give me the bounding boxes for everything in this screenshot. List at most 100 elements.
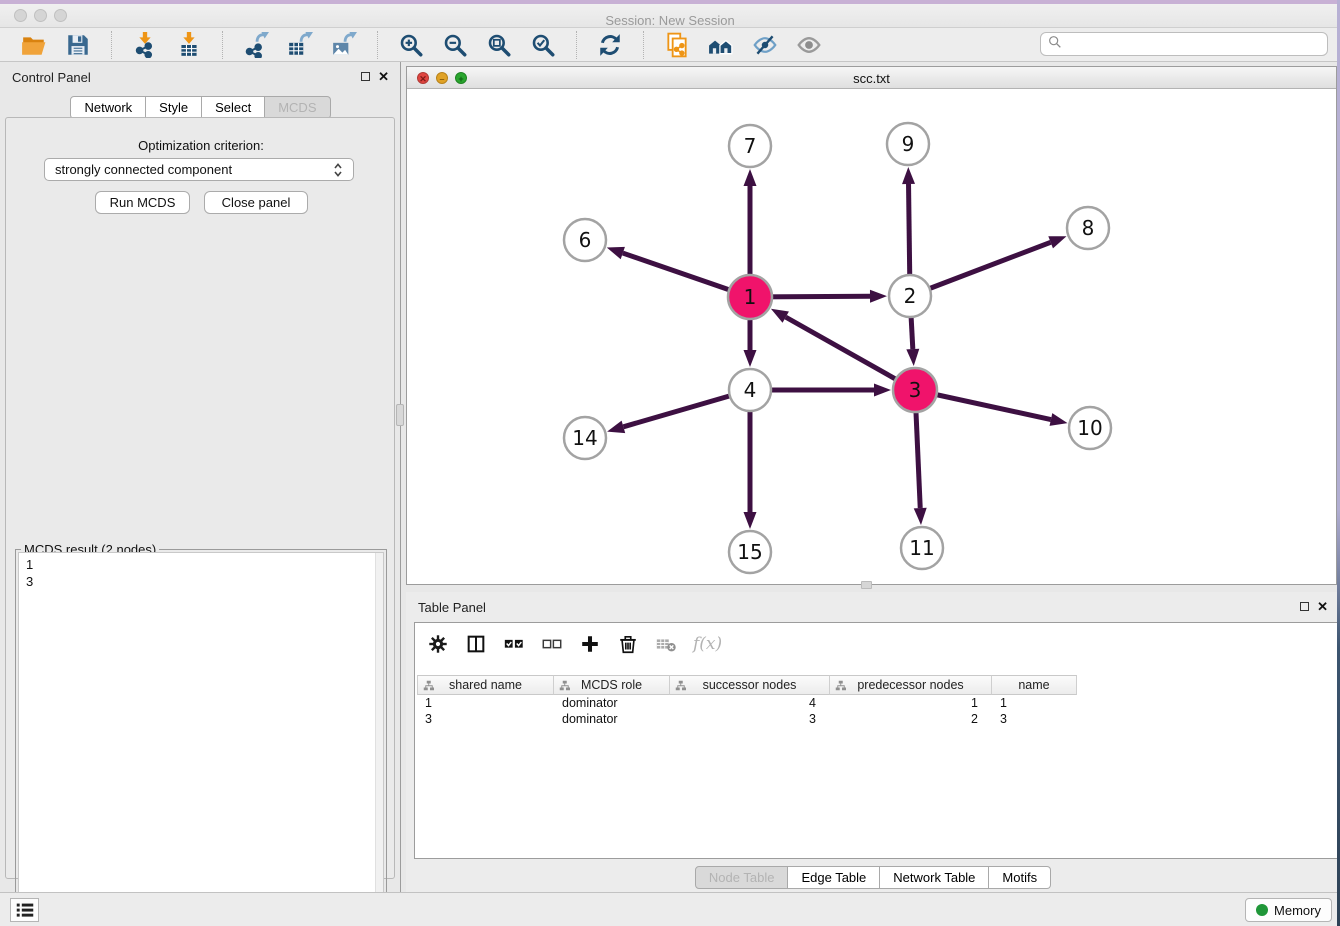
control-panel-header: Control Panel ✕ [0,70,401,90]
table-panel: Table Panel ✕ f(x) shared name MCDS role s… [406,592,1340,892]
save-session-icon[interactable] [65,32,91,58]
graph-arrowhead [607,247,625,259]
column-visibility-icon[interactable] [465,633,487,655]
table-settings-icon[interactable] [427,633,449,655]
control-panel: Control Panel ✕ NetworkStyleSelectMCDS O… [0,62,401,892]
show-panel-icon[interactable] [796,32,822,58]
column-header-shared-name[interactable]: shared name [417,675,554,695]
tab-edge-table[interactable]: Edge Table [788,866,880,889]
app-titlebar: Session: New Session [0,4,1340,28]
mcds-result-text[interactable]: 13 [18,552,384,924]
graph-edge-2-8[interactable] [910,242,1051,296]
hide-panel-icon[interactable] [752,32,778,58]
table-cell[interactable]: dominator [554,695,670,711]
tab-motifs[interactable]: Motifs [989,866,1051,889]
refresh-icon[interactable] [597,32,623,58]
criterion-select[interactable]: strongly connected component [44,158,354,181]
network-canvas[interactable]: 7968124314101511 [407,89,1336,584]
column-tree-icon [559,680,571,695]
graph-arrowhead [744,512,757,529]
graph-arrowhead [870,290,887,303]
table-cell[interactable]: 1 [992,695,1077,711]
tab-style[interactable]: Style [146,96,202,119]
zoom-fit-icon[interactable] [486,32,512,58]
table-panel-title: Table Panel [418,600,486,615]
zoom-out-icon[interactable] [442,32,468,58]
close-panel-button[interactable]: Close panel [204,191,308,214]
search-field[interactable] [1040,32,1328,56]
table-cell[interactable]: 3 [417,711,554,727]
export-network-icon[interactable] [243,32,269,58]
column-tree-icon [423,680,435,695]
column-header-predecessor-nodes[interactable]: predecessor nodes [830,675,992,695]
toolbar-separator [111,31,112,59]
graph-node-label: 1 [744,285,757,309]
open-session-icon[interactable] [21,32,47,58]
table-cell[interactable]: 1 [830,695,992,711]
graph-node-label: 8 [1082,216,1095,240]
graph-node-label: 14 [572,426,597,450]
close-panel-icon[interactable]: ✕ [378,71,389,82]
select-all-icon[interactable] [503,633,525,655]
network-doc-icon[interactable] [664,32,690,58]
task-history-button[interactable] [10,898,39,922]
import-network-icon[interactable] [132,32,158,58]
table-cell[interactable]: dominator [554,711,670,727]
float-panel-icon[interactable] [361,72,370,81]
tab-node-table[interactable]: Node Table [695,866,789,889]
table-cell[interactable]: 3 [670,711,830,727]
first-neighbors-icon[interactable] [708,32,734,58]
mcds-panel: Optimization criterion: strongly connect… [5,117,395,879]
export-image-icon[interactable] [331,32,357,58]
add-column-icon[interactable] [579,633,601,655]
mcds-result-line: 3 [26,573,376,590]
tab-select[interactable]: Select [202,96,265,119]
memory-status-icon [1256,904,1268,916]
mcds-result-line: 1 [26,556,376,573]
graph-arrowhead [744,169,757,186]
table-cell[interactable]: 4 [670,695,830,711]
import-table-icon[interactable] [176,32,202,58]
vertical-splitter-handle[interactable] [396,404,404,426]
graph-arrowhead [607,421,625,433]
tab-network[interactable]: Network [70,96,146,119]
horizontal-splitter-handle[interactable] [861,581,872,589]
column-header-name[interactable]: name [992,675,1077,695]
tab-mcds[interactable]: MCDS [265,96,330,119]
graph-node-label: 10 [1077,416,1102,440]
column-header-label: MCDS role [581,678,642,692]
control-panel-tabs: NetworkStyleSelectMCDS [0,96,401,119]
graph-node-label: 2 [904,284,917,308]
search-input[interactable] [1063,34,1327,54]
table-row[interactable]: 3dominator323 [417,711,1077,727]
float-table-panel-icon[interactable] [1300,602,1309,611]
toolbar-separator [222,31,223,59]
column-tree-icon [835,680,847,695]
table-cell[interactable]: 2 [830,711,992,727]
table-row[interactable]: 1dominator411 [417,695,1077,711]
table-cell[interactable]: 3 [992,711,1077,727]
graph-node-label: 3 [909,378,922,402]
deselect-all-icon[interactable] [541,633,563,655]
memory-button[interactable]: Memory [1245,898,1332,922]
export-table-icon[interactable] [287,32,313,58]
column-header-MCDS-role[interactable]: MCDS role [554,675,670,695]
graph-node-label: 15 [737,540,762,564]
delete-column-icon[interactable] [617,633,639,655]
result-scrollbar[interactable] [375,553,383,923]
column-header-successor-nodes[interactable]: successor nodes [670,675,830,695]
node-table-container: f(x) shared name MCDS role successor nodes… [414,622,1340,859]
graph-node-label: 6 [579,228,592,252]
zoom-selected-icon[interactable] [530,32,556,58]
zoom-in-icon[interactable] [398,32,424,58]
status-bar: Memory [0,892,1340,926]
close-table-panel-icon[interactable]: ✕ [1317,601,1328,612]
table-cell[interactable]: 1 [417,695,554,711]
graph-node-label: 7 [744,134,757,158]
table-toolbar: f(x) [415,623,1340,665]
run-mcds-button[interactable]: Run MCDS [95,191,190,214]
tab-network-table[interactable]: Network Table [880,866,989,889]
graph-arrowhead [771,309,789,323]
memory-label: Memory [1274,903,1321,918]
main-toolbar [0,28,1340,62]
